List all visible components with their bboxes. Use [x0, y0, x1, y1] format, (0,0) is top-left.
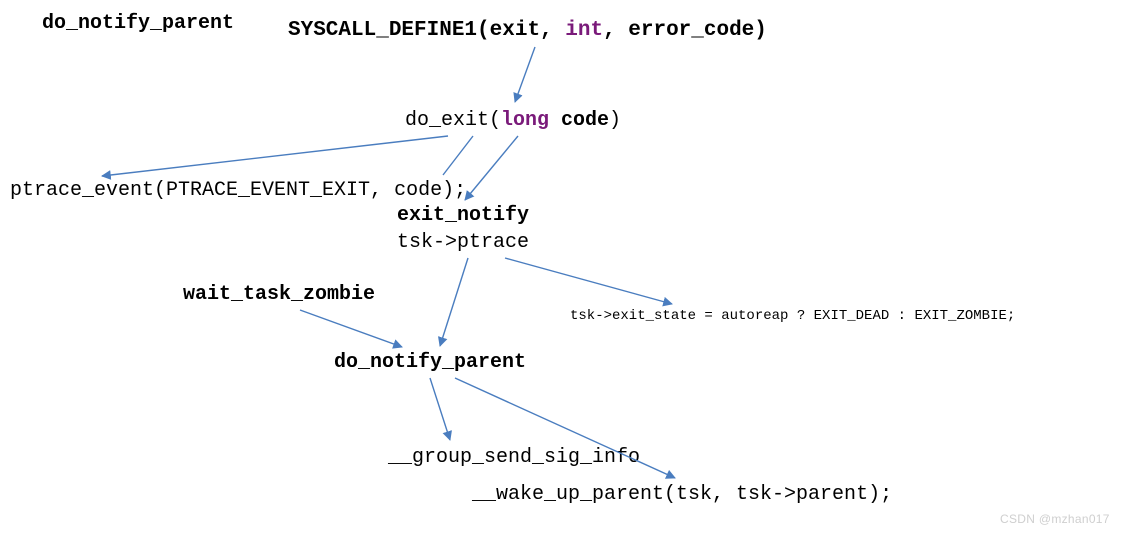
type-keyword-long: long: [501, 109, 549, 132]
group-send-sig-info: __group_send_sig_info: [388, 446, 640, 470]
exit-notify: exit_notify: [397, 204, 529, 228]
wake-up-parent: __wake_up_parent(tsk, tsk->parent);: [472, 483, 892, 507]
arrow-donotify-to-gssi: [430, 378, 450, 440]
syscall-prefix: SYSCALL_DEFINE1(exit,: [288, 19, 565, 42]
arrow-wtz-to-donotify: [300, 310, 402, 347]
syscall-define: SYSCALL_DEFINE1(exit, int, error_code): [288, 18, 767, 43]
arrow-doexit-to-exitnotify: [465, 136, 518, 200]
watermark: CSDN @mzhan017: [1000, 512, 1110, 526]
do-exit-code: code: [549, 109, 609, 132]
do-exit: do_exit(long code): [405, 109, 621, 133]
diagram-title: do_notify_parent: [42, 12, 234, 36]
ptrace-event: ptrace_event(PTRACE_EVENT_EXIT, code);: [10, 179, 466, 203]
wait-task-zombie: wait_task_zombie: [183, 283, 375, 307]
arrow-ptrace-back: [443, 136, 473, 175]
type-keyword-int: int: [565, 19, 603, 42]
arrow-syscall-to-doexit: [515, 47, 535, 102]
arrow-tskptrace-to-donotify: [440, 258, 468, 346]
syscall-suffix: , error_code): [603, 19, 767, 42]
do-exit-suffix: ): [609, 109, 621, 132]
do-exit-prefix: do_exit(: [405, 109, 501, 132]
arrow-doexit-to-ptrace: [102, 136, 448, 176]
exit-state-assign: tsk->exit_state = autoreap ? EXIT_DEAD :…: [570, 308, 1015, 325]
tsk-ptrace: tsk->ptrace: [397, 231, 529, 255]
arrow-tskptrace-to-exitstate: [505, 258, 672, 304]
do-notify-parent-node: do_notify_parent: [334, 351, 526, 375]
